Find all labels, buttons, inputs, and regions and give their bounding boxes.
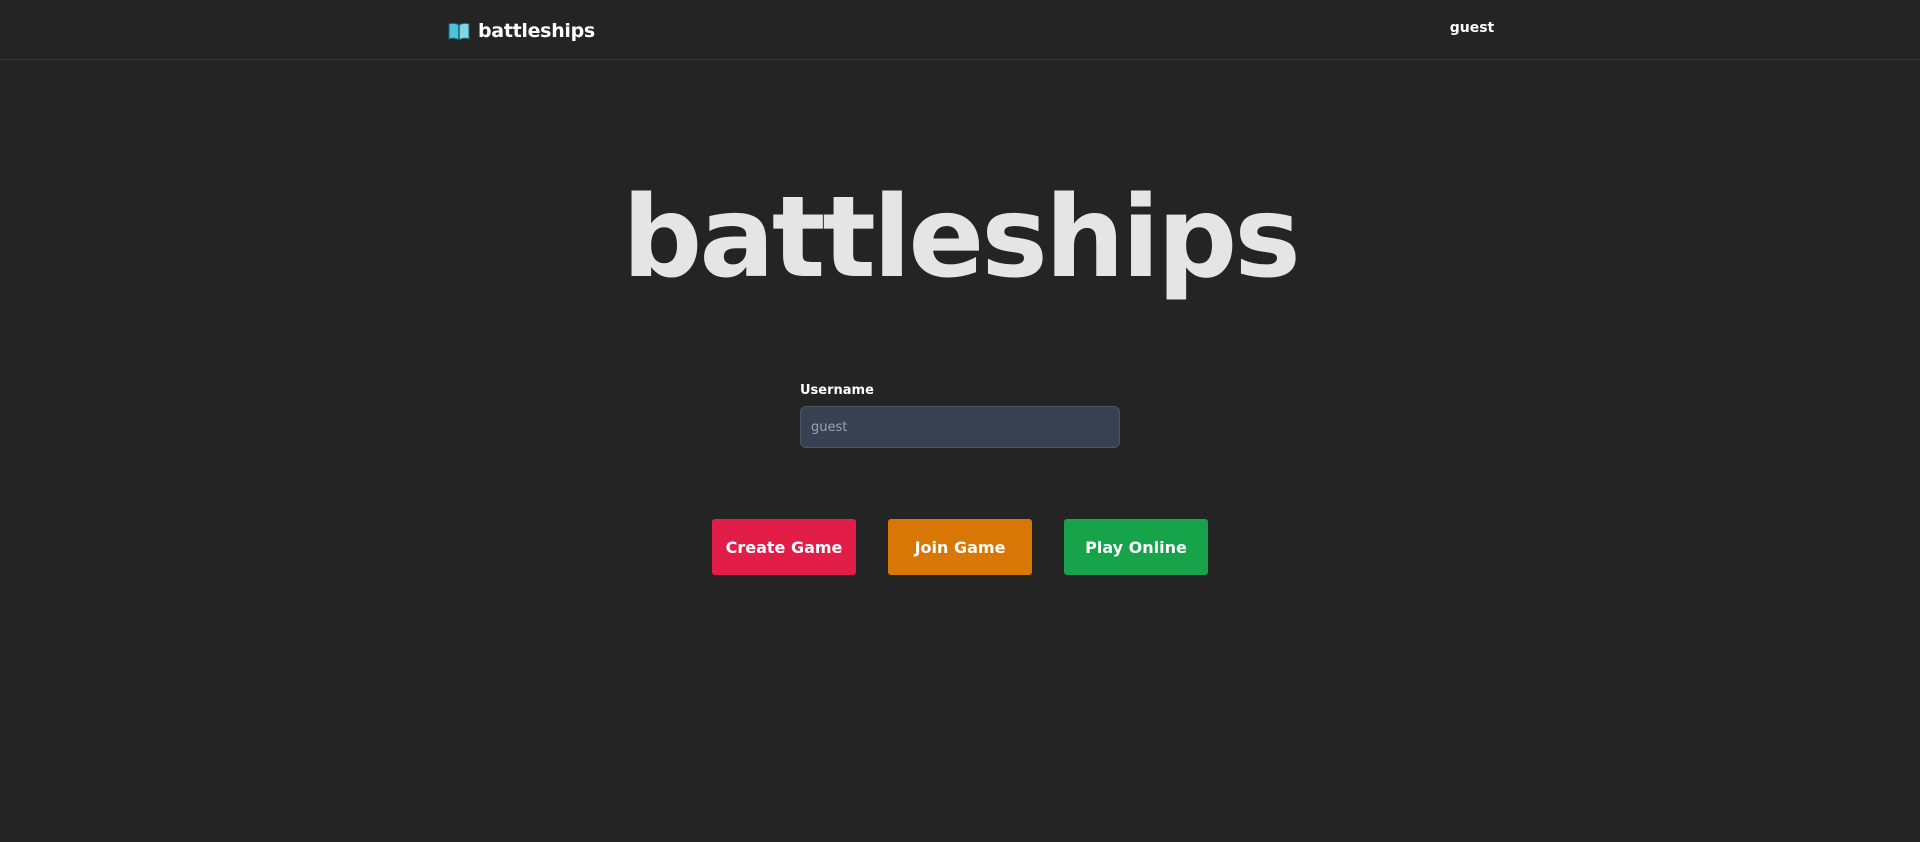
user-menu[interactable]: guest (1420, 20, 1524, 36)
brand-name: battleships (478, 20, 595, 42)
username-input[interactable] (800, 406, 1120, 448)
create-game-button[interactable]: Create Game (712, 519, 856, 575)
username-form-group: Username (800, 383, 1120, 448)
join-game-button[interactable]: Join Game (888, 519, 1032, 575)
navbar: battleships guest (0, 0, 1920, 60)
play-online-button[interactable]: Play Online (1064, 519, 1208, 575)
brand-link[interactable]: battleships (448, 18, 595, 44)
username-label: Username (800, 383, 874, 398)
book-icon (448, 22, 470, 41)
page-title: battleships (622, 173, 1301, 303)
